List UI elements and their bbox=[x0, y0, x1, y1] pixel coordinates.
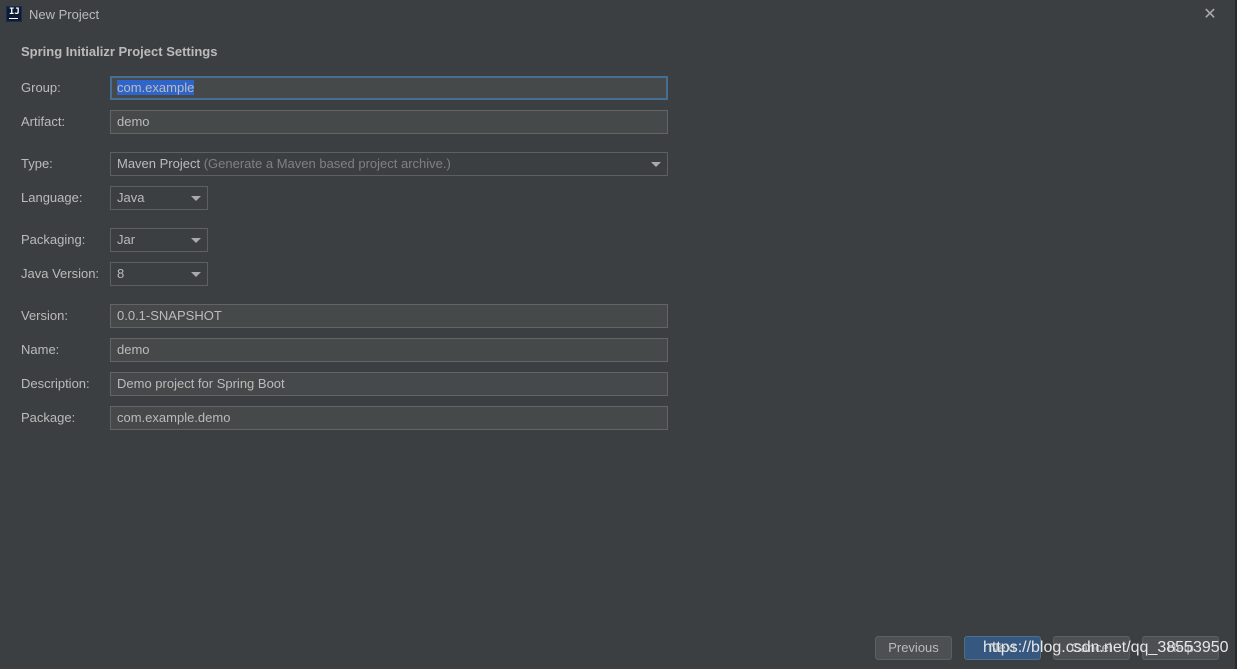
description-field-value: Demo project for Spring Boot bbox=[117, 376, 285, 391]
artifact-field-value: demo bbox=[117, 114, 150, 129]
previous-button[interactable]: Previous bbox=[875, 636, 952, 660]
description-field[interactable]: Demo project for Spring Boot bbox=[110, 372, 668, 396]
type-label: Type: bbox=[21, 156, 53, 171]
artifact-field[interactable]: demo bbox=[110, 110, 668, 134]
package-field-value: com.example.demo bbox=[117, 410, 231, 425]
type-value: Maven Project bbox=[117, 156, 201, 171]
language-dropdown[interactable]: Java bbox=[110, 186, 208, 210]
language-label: Language: bbox=[21, 190, 83, 205]
packaging-label: Packaging: bbox=[21, 232, 86, 247]
package-label: Package: bbox=[21, 410, 76, 425]
window-title: New Project bbox=[29, 7, 100, 22]
type-hint: (Generate a Maven based project archive.… bbox=[203, 156, 451, 171]
group-label: Group: bbox=[21, 80, 61, 95]
description-label: Description: bbox=[21, 376, 90, 391]
section-title: Spring Initializr Project Settings bbox=[21, 44, 218, 59]
chevron-down-icon bbox=[191, 196, 201, 201]
version-label: Version: bbox=[21, 308, 68, 323]
watermark-text: https://blog.csdn.net/qq_38553950 bbox=[983, 639, 1229, 656]
package-field[interactable]: com.example.demo bbox=[110, 406, 668, 430]
version-field-value: 0.0.1-SNAPSHOT bbox=[117, 308, 222, 323]
chevron-down-icon bbox=[191, 238, 201, 243]
close-icon[interactable]: ✕ bbox=[1200, 4, 1220, 24]
packaging-value: Jar bbox=[117, 232, 136, 247]
type-dropdown[interactable]: Maven Project (Generate a Maven based pr… bbox=[110, 152, 668, 176]
chevron-down-icon bbox=[191, 272, 201, 277]
intellij-logo-icon: IJ bbox=[6, 6, 22, 22]
name-field-value: demo bbox=[117, 342, 150, 357]
java-version-label: Java Version: bbox=[21, 266, 100, 281]
title-bar: IJ New Project ✕ bbox=[0, 0, 1235, 30]
name-label: Name: bbox=[21, 342, 60, 357]
group-field[interactable]: com.example bbox=[110, 76, 668, 100]
java-version-dropdown[interactable]: 8 bbox=[110, 262, 208, 286]
name-field[interactable]: demo bbox=[110, 338, 668, 362]
group-field-value: com.example bbox=[117, 80, 195, 95]
packaging-dropdown[interactable]: Jar bbox=[110, 228, 208, 252]
chevron-down-icon bbox=[651, 162, 661, 167]
artifact-label: Artifact: bbox=[21, 114, 66, 129]
language-value: Java bbox=[117, 190, 145, 205]
java-version-value: 8 bbox=[117, 266, 125, 281]
version-field[interactable]: 0.0.1-SNAPSHOT bbox=[110, 304, 668, 328]
